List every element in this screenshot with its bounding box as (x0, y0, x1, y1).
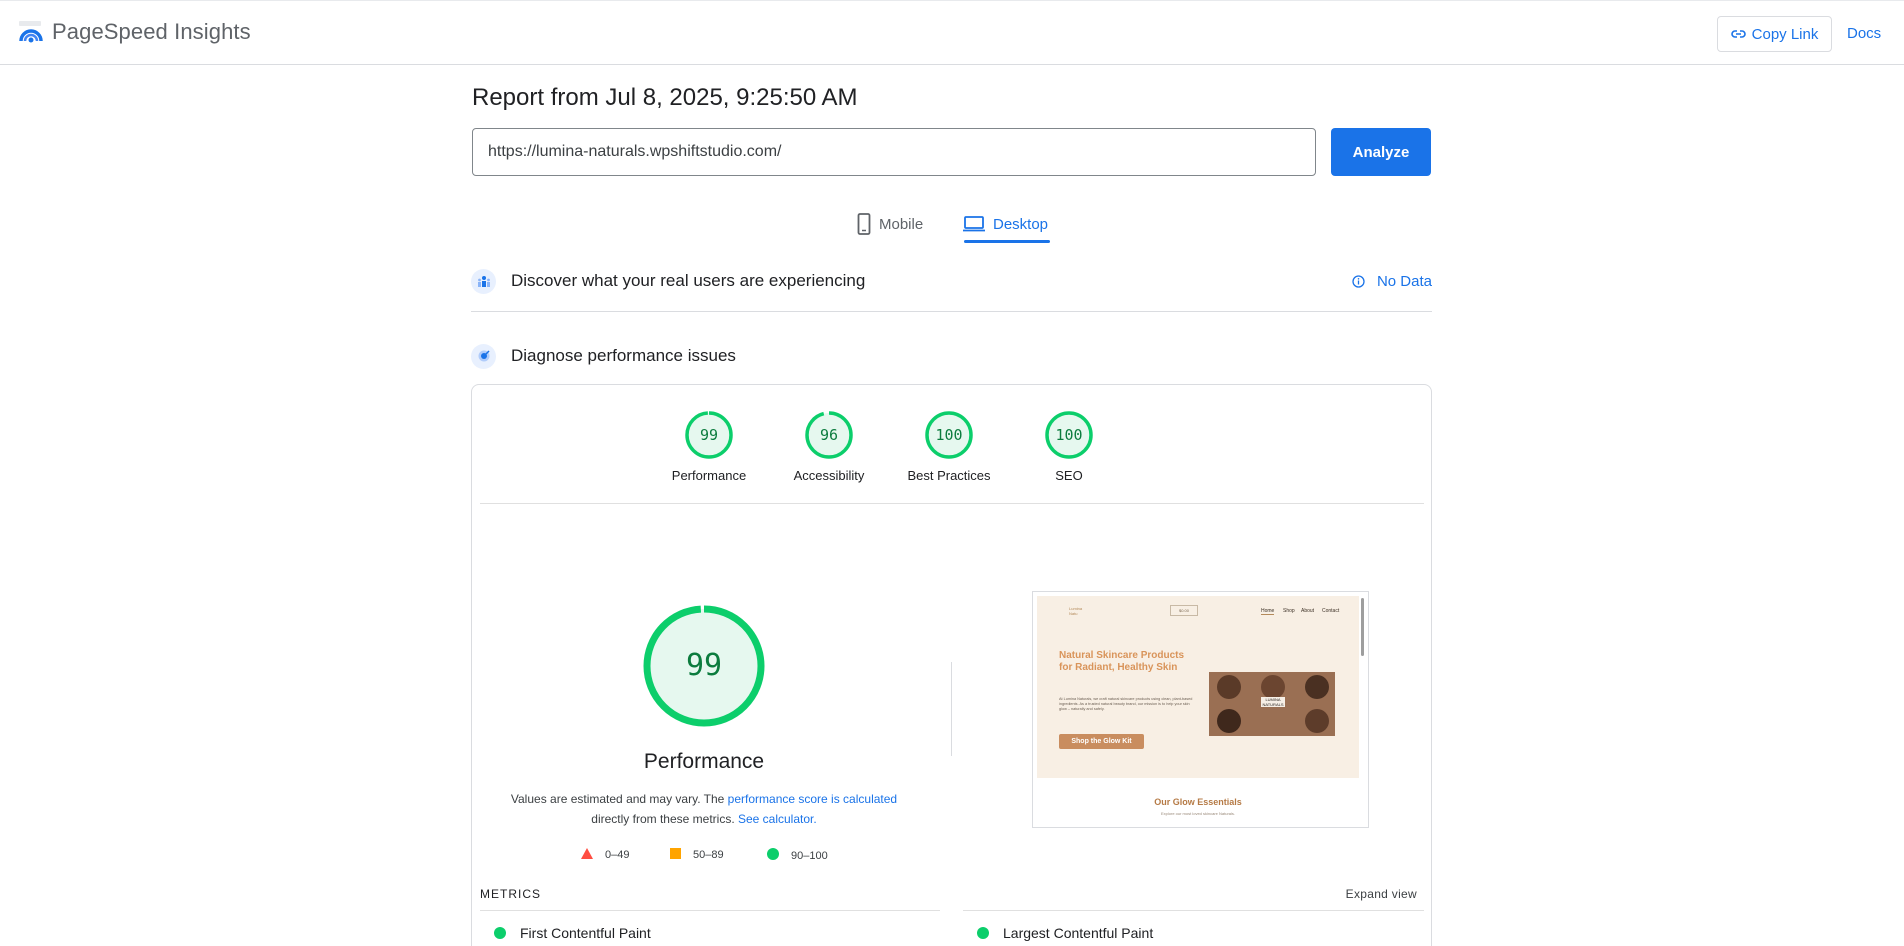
discover-title: Discover what your real users are experi… (511, 271, 866, 290)
performance-note: Values are estimated and may vary. The p… (472, 789, 936, 829)
copy-link-button[interactable]: Copy Link (1717, 16, 1832, 52)
metric-name: Largest Contentful Paint (1003, 925, 1154, 941)
analyze-button[interactable]: Analyze (1331, 128, 1431, 176)
gauge-value: 99 (700, 426, 718, 444)
tab-desktop-label: Desktop (993, 215, 1049, 233)
info-icon (1352, 274, 1365, 288)
gauge-performance[interactable]: 99 Performance (654, 410, 764, 483)
screenshot-section-title: Our Glow Essentials (1154, 797, 1242, 807)
pass-dot-icon (977, 927, 989, 939)
metric-fcp: First Contentful Paint (494, 925, 651, 941)
screenshot-heading: Natural Skincare Products for Radiant, H… (1059, 650, 1185, 673)
screenshot-lumina-box: LUMINA NATURALS (1261, 697, 1285, 707)
note-text-2: directly from these metrics. (591, 812, 738, 826)
report-title: Report from Jul 8, 2025, 9:25:50 AM (472, 84, 858, 111)
gauge-best-practices[interactable]: 100 Best Practices (894, 410, 1004, 483)
triangle-icon (581, 848, 593, 862)
screenshot-image-grid: LUMINA NATURALS (1209, 672, 1335, 736)
gauge-label: Best Practices (907, 468, 991, 483)
copy-link-label: Copy Link (1751, 25, 1819, 43)
gauge-ring: 96 (805, 411, 853, 459)
gauge-seo[interactable]: 100 SEO (1014, 410, 1124, 483)
top-bar: PageSpeed Insights Copy Link Docs (0, 0, 1904, 65)
metric-name: First Contentful Paint (520, 925, 651, 941)
screenshot-logo: Lumina Natu (1069, 606, 1083, 616)
gauge-ring: 99 (685, 411, 733, 459)
gauge-value: 96 (820, 426, 838, 444)
diagnose-icon (471, 343, 496, 369)
note-text-1: Values are estimated and may vary. The (510, 792, 728, 806)
pass-dot-icon (494, 927, 506, 939)
legend-average: 50–89 (670, 848, 724, 862)
face-image (1305, 675, 1329, 699)
performance-gauge-large: 99 (643, 605, 765, 727)
face-image (1217, 675, 1241, 699)
tab-mobile-label: Mobile (879, 215, 924, 233)
score-gauges: 99 Performance 96 Accessibility 100 Best… (480, 385, 1424, 504)
legend-fail: 0–49 (581, 848, 629, 862)
brand[interactable]: PageSpeed Insights (18, 19, 251, 45)
screenshot-menu-contact: Contact (1322, 608, 1340, 614)
gauge-accessibility[interactable]: 96 Accessibility (774, 410, 884, 483)
performance-score-large: 99 (686, 648, 722, 683)
docs-link[interactable]: Docs (1847, 25, 1881, 42)
screenshot-menu-shop: Shop (1283, 608, 1295, 614)
metrics-label: METRICS (480, 887, 541, 901)
final-screenshot: Lumina Natu $0.00 Home Shop About Contac… (1032, 591, 1369, 828)
screenshot-menu-about: About (1301, 608, 1315, 614)
face-image (1217, 709, 1241, 733)
circle-icon (767, 848, 779, 863)
laptop-icon (963, 216, 985, 232)
tab-mobile[interactable]: Mobile (857, 206, 923, 242)
url-input[interactable] (472, 128, 1316, 176)
legend-fail-label: 0–49 (605, 849, 630, 861)
no-data-label: No Data (1376, 272, 1432, 290)
gauge-value: 100 (935, 426, 962, 444)
screenshot-hero: Lumina Natu $0.00 Home Shop About Contac… (1037, 596, 1359, 778)
tab-desktop[interactable]: Desktop (963, 206, 1048, 242)
screenshot-section-subtitle: Explore our most loved skincare Naturals… (1160, 811, 1236, 816)
metric-lcp: Largest Contentful Paint (977, 925, 1153, 941)
screenshot-cart: $0.00 (1170, 605, 1198, 616)
section-divider (471, 311, 1432, 312)
square-icon (670, 848, 681, 862)
diagnose-title: Diagnose performance issues (511, 346, 736, 365)
diagnose-section: Diagnose performance issues (471, 341, 1432, 371)
screenshot-text: At Lumina Naturals, we craft natural ski… (1059, 697, 1193, 711)
link-icon (1730, 30, 1746, 38)
score-calculated-link[interactable]: performance score is calculated (728, 792, 897, 806)
legend-average-label: 50–89 (693, 849, 724, 861)
gauge-ring: 100 (925, 411, 973, 459)
see-calculator-link[interactable]: See calculator. (738, 812, 817, 826)
gauge-ring: 100 (1045, 411, 1093, 459)
legend-pass-label: 90–100 (791, 849, 828, 862)
metrics-divider (963, 910, 1424, 911)
discover-section[interactable]: Discover what your real users are experi… (471, 266, 1432, 296)
screenshot-scrollbar (1361, 598, 1364, 656)
tab-active-indicator (964, 240, 1050, 243)
vertical-divider (951, 662, 952, 756)
gauge-label: SEO (1055, 468, 1083, 483)
face-image (1261, 675, 1285, 699)
screenshot-nav: Lumina Natu $0.00 Home Shop About Contac… (1037, 596, 1359, 618)
gauge-label: Performance (671, 468, 747, 483)
pagespeed-logo-icon (19, 21, 43, 43)
gauge-label: Accessibility (793, 468, 865, 483)
performance-title: Performance (643, 750, 765, 773)
expand-view-button[interactable]: Expand view (1346, 887, 1417, 901)
legend-pass: 90–100 (767, 848, 828, 863)
users-icon (471, 268, 496, 294)
screenshot-cta: Shop the Glow Kit (1059, 734, 1144, 749)
no-data-link[interactable]: No Data (1352, 273, 1432, 290)
phone-icon (857, 213, 871, 235)
results-card: 99 Performance 96 Accessibility 100 Best… (471, 384, 1432, 946)
face-image (1305, 709, 1329, 733)
metrics-divider (480, 910, 940, 911)
screenshot-menu-home: Home (1261, 608, 1275, 615)
app-title: PageSpeed Insights (52, 19, 251, 44)
gauge-value: 100 (1055, 426, 1082, 444)
